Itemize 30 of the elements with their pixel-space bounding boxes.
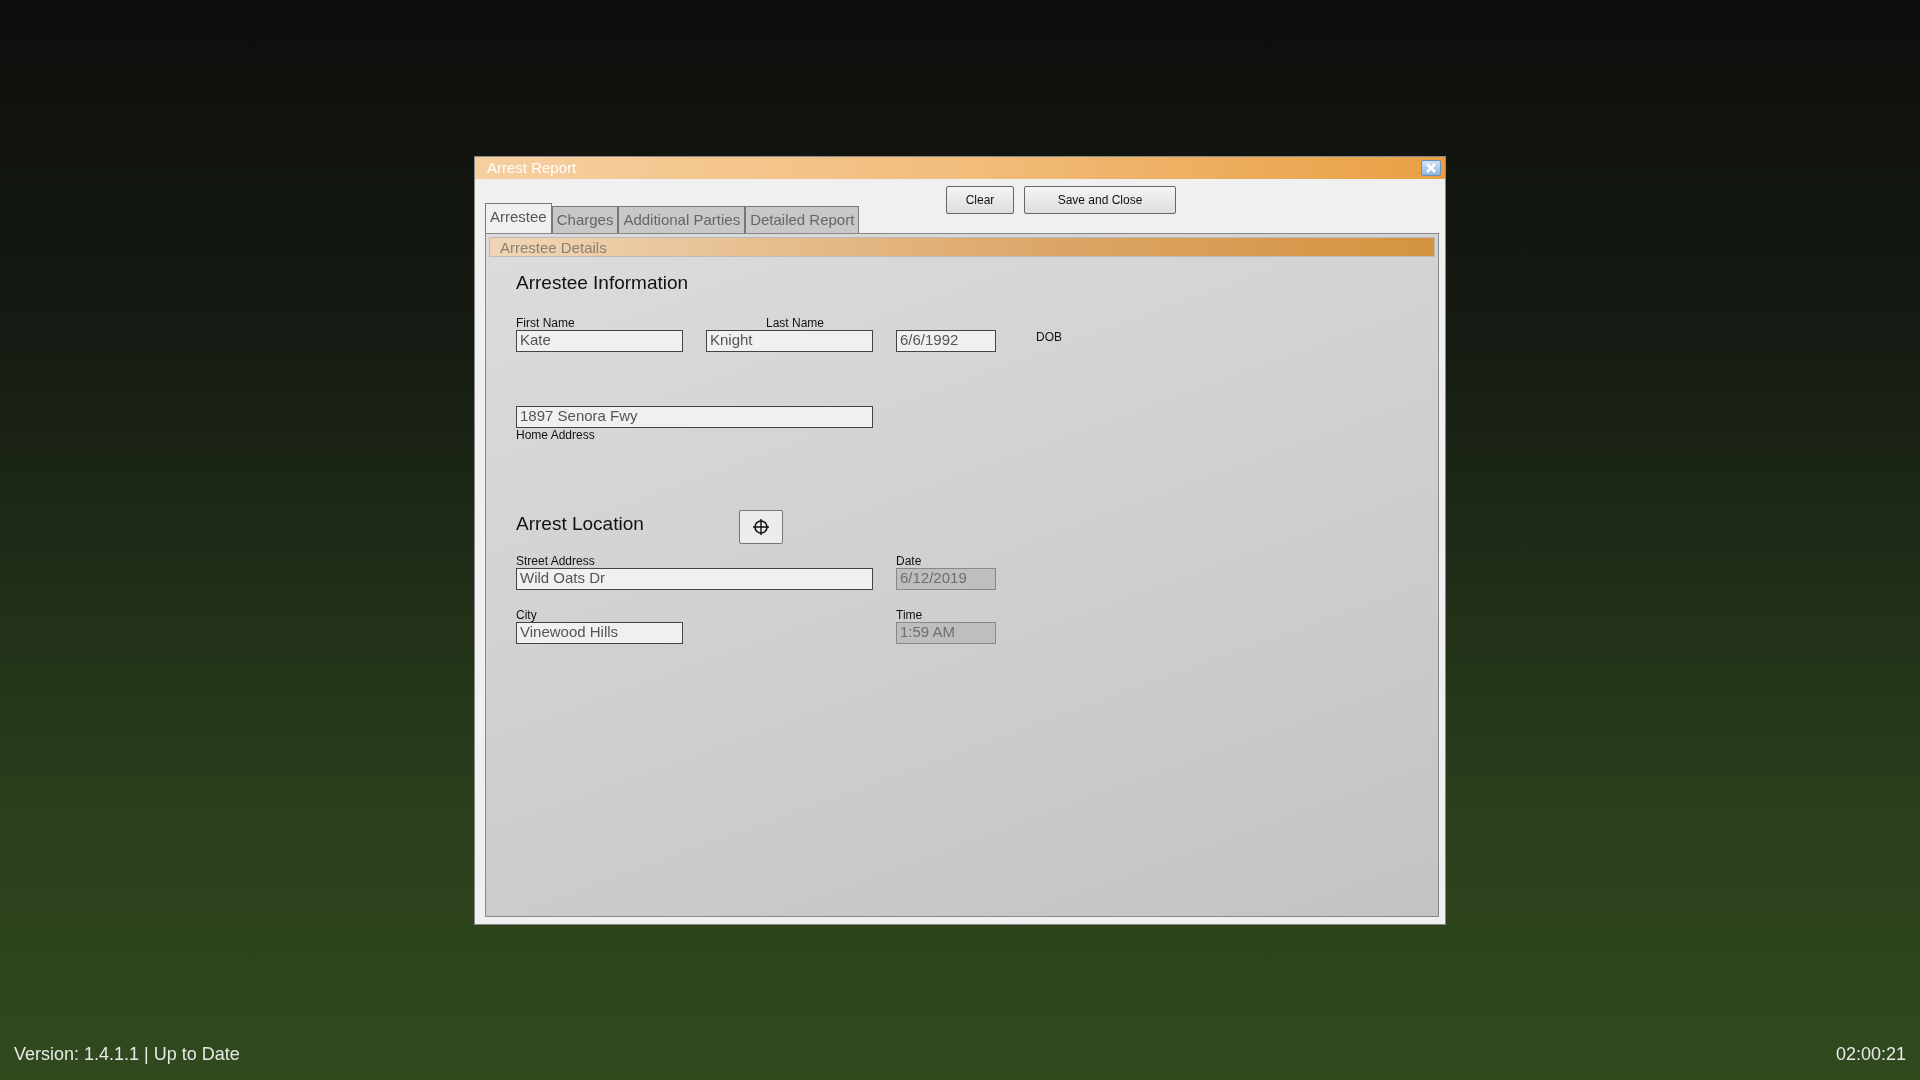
close-icon [1425, 162, 1437, 174]
tab[interactable]: Arrestee [485, 203, 552, 233]
version-text: Version: 1.4.1.1 | Up to Date [14, 1043, 240, 1066]
field-label: Date [896, 553, 923, 568]
tab[interactable]: Charges [551, 206, 619, 233]
field-label: DOB [1035, 329, 1063, 346]
input-field[interactable]: Wild Oats Dr [516, 567, 873, 590]
crosshair-button[interactable] [739, 509, 783, 544]
input-field[interactable]: Kate [516, 329, 683, 352]
input-field[interactable]: 6/6/1992 [896, 329, 996, 352]
input-field[interactable]: Knight [706, 329, 873, 352]
field-label: Last Name [765, 315, 826, 330]
clock: 02:00:21 [1835, 1043, 1906, 1066]
crosshair-icon [752, 517, 770, 536]
panel-header: Arrestee Details [489, 237, 1435, 257]
save-close-button[interactable]: Save and Close [1024, 186, 1176, 214]
close-button[interactable] [1421, 160, 1441, 176]
input-field[interactable]: 1897 Senora Fwy [516, 405, 873, 428]
field-label: First Name [516, 315, 576, 330]
window-title: Arrest Report [487, 157, 577, 178]
tab[interactable]: Detailed Report [745, 206, 860, 233]
section-heading: Arrestee Information [516, 271, 690, 295]
input-field[interactable]: Vinewood Hills [516, 621, 683, 644]
field-label: Home Address [516, 427, 596, 442]
field-label: City [516, 607, 538, 622]
clear-button[interactable]: Clear [946, 186, 1014, 214]
field-label: Street Address [516, 553, 596, 568]
section-heading: Arrest Location [516, 511, 645, 536]
field-label: Time [896, 607, 924, 622]
tab[interactable]: Additional Parties [618, 206, 746, 233]
